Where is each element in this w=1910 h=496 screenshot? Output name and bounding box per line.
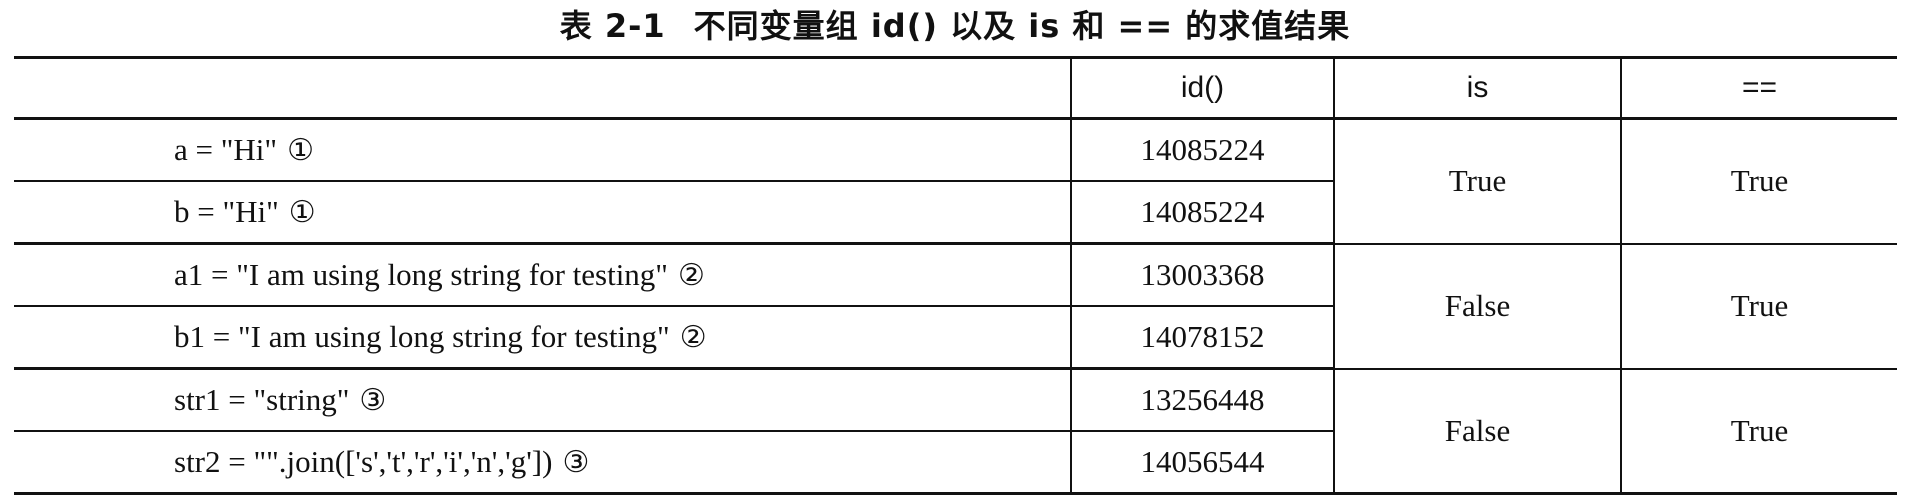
variable-cell: b = "Hi" ① — [14, 180, 1072, 245]
variable-code: str1 = "string" — [174, 382, 350, 417]
variable-code: b1 = "I am using long string for testing… — [174, 319, 670, 354]
variable-cell: b1 = "I am using long string for testing… — [14, 305, 1072, 370]
note-mark: ① — [288, 196, 316, 229]
table-row: str1 = "string" ③ 13256448 False True — [14, 367, 1897, 495]
variable-code: a1 = "I am using long string for testing… — [174, 257, 668, 292]
header-is: is — [1333, 56, 1622, 120]
header-id: id() — [1070, 56, 1335, 120]
id-value: 13003368 — [1070, 242, 1335, 307]
header-variable — [14, 56, 1072, 120]
table-number: 表 2-1 — [559, 7, 666, 45]
note-mark: ③ — [562, 446, 590, 479]
id-value: 14078152 — [1070, 305, 1334, 370]
variable-code: b = "Hi" — [174, 194, 279, 229]
variable-cell: str1 = "string" ③ — [14, 367, 1072, 432]
is-result: False — [1333, 367, 1622, 495]
variable-code: str2 = "".join(['s','t','r','i','n','g']… — [174, 444, 553, 479]
eq-result: True — [1620, 117, 1897, 245]
eq-result: True — [1620, 367, 1897, 495]
table-row: a1 = "I am using long string for testing… — [14, 242, 1897, 370]
variable-cell: str2 = "".join(['s','t','r','i','n','g']… — [14, 430, 1072, 495]
is-result: False — [1333, 242, 1622, 370]
variable-code: a = "Hi" — [174, 132, 278, 167]
variable-cell: a = "Hi" ① — [14, 117, 1072, 182]
results-table: id() is == a = "Hi" ① 14085224 True True … — [14, 56, 1897, 495]
variable-cell: a1 = "I am using long string for testing… — [14, 242, 1072, 307]
note-mark: ③ — [359, 384, 387, 417]
table-caption: 表 2-1 不同变量组 id() 以及 is 和 == 的求值结果 — [0, 6, 1910, 46]
id-value: 14056544 — [1070, 430, 1334, 495]
is-result: True — [1333, 117, 1622, 245]
header-eq: == — [1620, 56, 1897, 120]
header-row: id() is == — [14, 56, 1897, 120]
table-title: 不同变量组 id() 以及 is 和 == 的求值结果 — [693, 7, 1351, 45]
note-mark: ① — [287, 134, 314, 167]
id-value: 14085224 — [1070, 117, 1335, 182]
id-value: 13256448 — [1070, 367, 1335, 432]
table-row: a = "Hi" ① 14085224 True True — [14, 117, 1897, 245]
eq-result: True — [1620, 242, 1897, 370]
id-value: 14085224 — [1070, 180, 1334, 245]
note-mark: ② — [679, 321, 707, 354]
note-mark: ② — [677, 259, 705, 292]
